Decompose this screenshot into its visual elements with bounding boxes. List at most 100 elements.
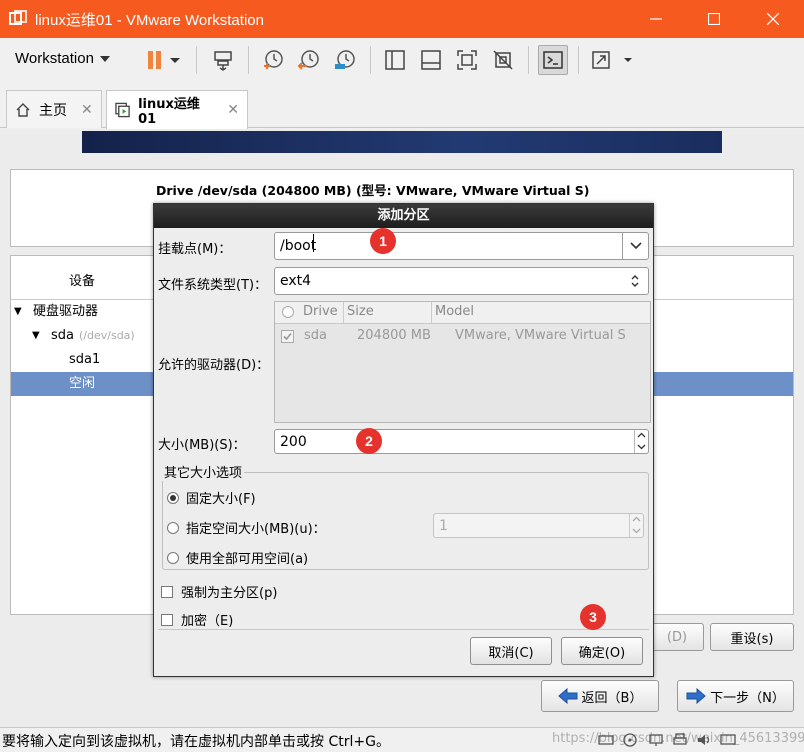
- checkbox-checked-icon[interactable]: [281, 330, 294, 343]
- option-fill-label: 使用全部可用空间(a): [186, 552, 309, 567]
- keyboard-send-icon: [214, 51, 232, 71]
- radio-selected[interactable]: [167, 491, 179, 504]
- tab-vm-linux[interactable]: linux运维01 ✕: [106, 90, 248, 129]
- checkbox-unchecked[interactable]: [161, 585, 173, 598]
- allowed-drives-label: 允许的驱动器(D)：: [158, 358, 270, 373]
- chevron-down-icon[interactable]: [635, 441, 648, 452]
- encrypt-label: 加密（E): [181, 614, 234, 629]
- mount-point-combo[interactable]: /boot: [274, 232, 649, 260]
- tree-item-label: 空闲: [69, 376, 96, 391]
- option-upto-label: 指定空间大小(MB)(u)：: [186, 522, 326, 537]
- status-message: 要将输入定向到该虚拟机，请在虚拟机内部单击或按 Ctrl+G。: [2, 734, 390, 750]
- chevron-down-icon: [99, 56, 110, 63]
- column-device[interactable]: 设备: [69, 270, 95, 289]
- home-icon: [16, 102, 30, 117]
- delete-partition-button[interactable]: (D): [650, 623, 704, 651]
- checkbox-unchecked[interactable]: [161, 613, 173, 626]
- reset-button[interactable]: 重设(s): [710, 623, 794, 651]
- drive-size: 204800 MB: [357, 328, 431, 343]
- option-fixed-size[interactable]: 固定大小(F): [167, 488, 256, 507]
- reset-label: 重设(s): [730, 631, 774, 647]
- pause-icon: [148, 51, 180, 69]
- installer-banner: [82, 131, 722, 153]
- fs-type-label: 文件系统类型(T)：: [158, 278, 268, 293]
- minimize-icon: [650, 18, 662, 20]
- close-window-button[interactable]: [745, 0, 801, 38]
- next-button[interactable]: 下一步（N）: [677, 680, 794, 712]
- size-input[interactable]: 200: [275, 434, 634, 450]
- maximize-button[interactable]: [686, 0, 742, 38]
- column-size[interactable]: Size: [347, 304, 374, 319]
- revert-snapshot-button[interactable]: [294, 45, 324, 75]
- console-view-button[interactable]: [538, 45, 568, 75]
- ok-button[interactable]: 确定(O): [561, 637, 643, 665]
- fs-type-dropdown[interactable]: [622, 268, 648, 294]
- pause-button[interactable]: [140, 45, 188, 75]
- cancel-button[interactable]: 取消(C): [470, 637, 552, 665]
- close-tab-icon[interactable]: ✕: [81, 102, 93, 118]
- ok-label: 确定(O): [578, 645, 626, 661]
- workstation-menu-label: Workstation: [15, 50, 94, 67]
- full-screen-button[interactable]: [452, 45, 482, 75]
- chevron-up-icon[interactable]: [635, 430, 648, 441]
- thumbnail-bar-button[interactable]: [416, 45, 446, 75]
- workstation-menu[interactable]: Workstation: [15, 50, 110, 67]
- display-icon[interactable]: [720, 733, 736, 747]
- chevron-up-icon[interactable]: [630, 514, 643, 525]
- radio-unselected[interactable]: [167, 551, 179, 564]
- expand-arrow-icon[interactable]: ▼: [32, 324, 40, 348]
- delete-partition-label: (D): [666, 629, 688, 645]
- select-all-radio[interactable]: [282, 306, 294, 318]
- force-primary-checkbox[interactable]: 强制为主分区(p): [161, 582, 277, 601]
- drives-table-header: Drive Size Model: [275, 302, 650, 324]
- hard-disk-icon[interactable]: [598, 733, 614, 747]
- size-spinbox[interactable]: 200: [274, 429, 649, 454]
- next-label: 下一步（N）: [710, 690, 785, 706]
- snapshot-manager-button[interactable]: [330, 45, 360, 75]
- fs-type-select[interactable]: ext4: [274, 267, 649, 295]
- send-ctrl-alt-del-button[interactable]: [208, 45, 238, 75]
- toolbar-separator: [528, 46, 529, 74]
- dialog-divider: [158, 629, 649, 630]
- minimize-button[interactable]: [628, 0, 684, 38]
- drive-name: sda: [304, 328, 327, 343]
- text-caret: [313, 234, 314, 252]
- add-partition-dialog: 添加分区 挂载点(M)： /boot 文件系统类型(T)： ext4 允许的驱动…: [153, 203, 654, 677]
- close-tab-icon[interactable]: ✕: [227, 102, 239, 118]
- chevron-down-icon: [629, 242, 642, 250]
- show-library-button[interactable]: [380, 45, 410, 75]
- sound-icon[interactable]: [696, 733, 712, 747]
- option-fill-up-to[interactable]: 指定空间大小(MB)(u)：: [167, 518, 326, 537]
- option-fill-all[interactable]: 使用全部可用空间(a): [167, 548, 308, 567]
- unity-button[interactable]: [488, 45, 518, 75]
- expand-arrow-icon[interactable]: ▼: [14, 300, 22, 324]
- fill-up-to-spinbox[interactable]: 1: [433, 513, 644, 538]
- stretch-view-button[interactable]: [588, 45, 636, 75]
- main-toolbar: Workstation: [0, 38, 804, 82]
- tab-home[interactable]: 主页 ✕: [6, 90, 102, 128]
- mount-point-input[interactable]: /boot: [275, 238, 622, 254]
- tab-vm-label: linux运维01: [138, 97, 200, 127]
- encrypt-checkbox[interactable]: 加密（E): [161, 610, 233, 629]
- fill-up-to-stepper[interactable]: [629, 514, 643, 537]
- arrow-right-icon: [686, 688, 706, 704]
- clock-manager-icon: [335, 50, 355, 69]
- chevron-down-icon[interactable]: [630, 525, 643, 536]
- size-stepper[interactable]: [634, 430, 648, 453]
- snapshot-button[interactable]: [258, 45, 288, 75]
- cd-drive-icon[interactable]: [622, 733, 638, 747]
- mount-point-label: 挂载点(M)：: [158, 242, 232, 257]
- column-divider: [431, 302, 432, 324]
- toolbar-separator: [196, 46, 197, 74]
- network-icon[interactable]: [648, 733, 664, 747]
- fill-up-to-input[interactable]: 1: [434, 518, 629, 534]
- radio-unselected[interactable]: [167, 521, 179, 534]
- printer-icon[interactable]: [672, 733, 688, 747]
- back-label: 返回（B）: [581, 690, 643, 706]
- mount-point-dropdown[interactable]: [622, 233, 648, 259]
- back-button[interactable]: 返回（B）: [541, 680, 659, 712]
- column-model[interactable]: Model: [435, 304, 474, 319]
- fs-type-value: ext4: [280, 273, 312, 289]
- column-drive[interactable]: Drive: [303, 304, 338, 319]
- drive-row-sda[interactable]: sda 204800 MB VMware, VMware Virtual S: [275, 326, 650, 348]
